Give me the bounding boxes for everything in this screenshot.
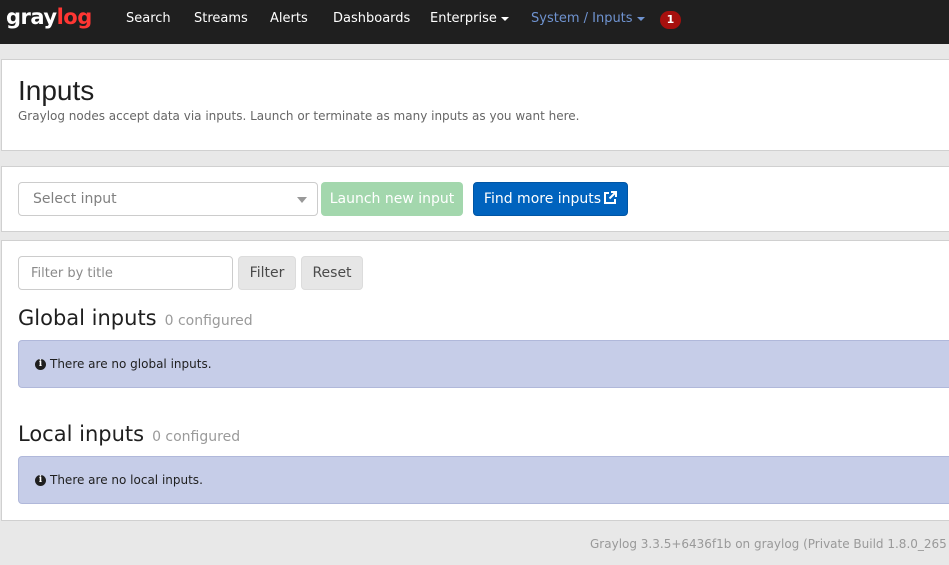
launch-input-panel: Select input Launch new input Find more …	[1, 166, 949, 232]
local-inputs-empty-alert: i There are no local inputs.	[18, 456, 949, 504]
find-more-inputs-button[interactable]: Find more inputs	[473, 182, 628, 216]
caret-down-icon	[636, 16, 645, 21]
nav-search[interactable]: Search	[126, 11, 171, 26]
nav-enterprise-label: Enterprise	[430, 11, 497, 26]
external-link-icon	[604, 191, 618, 204]
global-inputs-count: 0 configured	[164, 313, 253, 329]
nav-alerts[interactable]: Alerts	[270, 11, 308, 26]
filter-by-title-input[interactable]: Filter by title	[18, 256, 233, 290]
local-inputs-count: 0 configured	[152, 429, 241, 445]
nav-streams[interactable]: Streams	[194, 11, 248, 26]
dropdown-arrow-icon	[297, 197, 307, 203]
notification-badge[interactable]: 1	[660, 11, 681, 29]
nav-system-dropdown[interactable]: System / Inputs	[531, 11, 645, 26]
reset-button[interactable]: Reset	[301, 256, 363, 290]
page-title: Inputs	[18, 75, 95, 106]
global-inputs-empty-alert: i There are no global inputs.	[18, 340, 949, 388]
find-more-inputs-label: Find more inputs	[483, 191, 602, 207]
graylog-logo[interactable]: graylog	[6, 5, 92, 29]
nav-enterprise-dropdown[interactable]: Enterprise	[430, 11, 509, 26]
local-inputs-empty-message: There are no local inputs.	[50, 473, 203, 487]
global-inputs-title: Global inputs	[18, 306, 157, 330]
caret-down-icon	[500, 16, 509, 21]
global-inputs-heading: Global inputs 0 configured	[18, 306, 253, 330]
top-navbar: graylog Search Streams Alerts Dashboards…	[0, 0, 949, 44]
nav-system-label: System / Inputs	[531, 11, 633, 26]
info-circle-icon: i	[35, 475, 46, 486]
inputs-list-panel: Filter by title Filter Reset Global inpu…	[1, 240, 949, 521]
select-placeholder: Select input	[33, 191, 117, 207]
info-circle-icon: i	[35, 359, 46, 370]
logo-text-part1: gray	[6, 5, 57, 29]
launch-new-input-button[interactable]: Launch new input	[321, 182, 463, 216]
local-inputs-title: Local inputs	[18, 422, 145, 446]
global-inputs-empty-message: There are no global inputs.	[50, 357, 212, 371]
filter-button[interactable]: Filter	[238, 256, 296, 290]
input-type-select[interactable]: Select input	[18, 182, 318, 216]
logo-text-part2: log	[56, 5, 93, 29]
local-inputs-heading: Local inputs 0 configured	[18, 422, 240, 446]
nav-dashboards[interactable]: Dashboards	[333, 11, 410, 26]
filter-placeholder: Filter by title	[31, 266, 113, 281]
page-description: Graylog nodes accept data via inputs. La…	[18, 109, 580, 123]
page-header-panel: Inputs Graylog nodes accept data via inp…	[1, 59, 949, 151]
version-footer: Graylog 3.3.5+6436f1b on graylog (Privat…	[590, 537, 949, 551]
